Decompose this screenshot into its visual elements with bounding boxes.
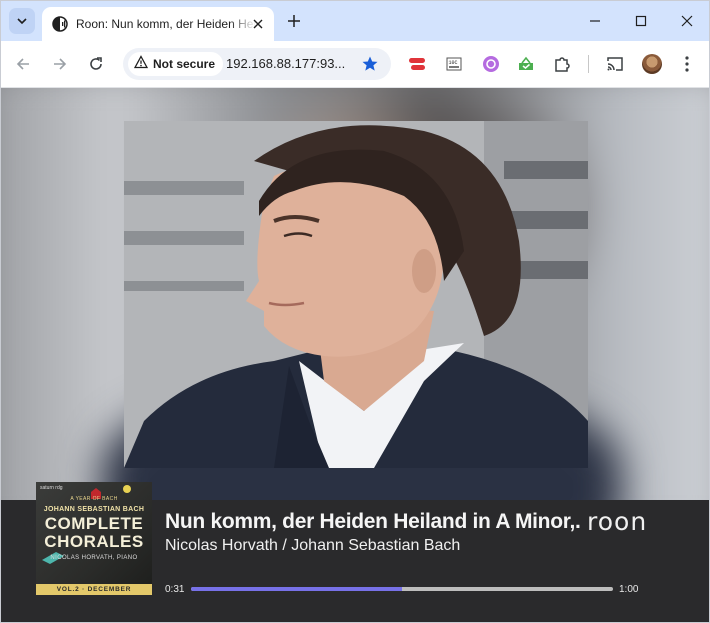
extension-purple-icon[interactable] xyxy=(481,54,501,74)
back-icon[interactable] xyxy=(11,52,35,76)
album-moon-icon xyxy=(123,485,131,493)
menu-icon[interactable] xyxy=(677,54,697,74)
tab-strip: Roon: Nun komm, der Heiden Heiland in A … xyxy=(1,1,709,41)
album-composer: JOHANN SEBASTIAN BACH xyxy=(43,506,145,513)
plus-icon[interactable] xyxy=(284,11,304,31)
warning-icon xyxy=(133,54,149,74)
roon-now-playing-page: saturn rdg A YEAR OF BACH JOHANN SEBASTI… xyxy=(1,88,709,622)
cast-icon[interactable] xyxy=(605,54,625,74)
active-tab[interactable]: Roon: Nun komm, der Heiden Heiland in A … xyxy=(42,7,274,41)
audio-favicon-icon xyxy=(52,16,68,32)
album-label: saturn rdg xyxy=(40,485,63,491)
album-performer: NICOLAS HORVATH, PIANO xyxy=(50,555,138,561)
extension-green-icon[interactable] xyxy=(516,54,536,74)
tab-title: Roon: Nun komm, der Heiden Heiland in A … xyxy=(76,17,256,31)
album-title: COMPLETE CHORALES xyxy=(36,515,152,551)
forward-icon[interactable] xyxy=(48,52,72,76)
security-chip[interactable]: Not secure xyxy=(128,52,224,76)
album-title-line2: CHORALES xyxy=(44,532,144,551)
progress-fill xyxy=(191,587,402,591)
toolbar-divider xyxy=(588,55,589,73)
avatar[interactable] xyxy=(642,54,662,74)
time-total: 1:00 xyxy=(619,584,639,595)
address-bar[interactable]: Not secure 192.168.88.177:93... xyxy=(123,48,391,80)
now-playing-bar: saturn rdg A YEAR OF BACH JOHANN SEBASTI… xyxy=(1,482,709,622)
maximize-icon[interactable] xyxy=(629,9,653,33)
puzzle-icon[interactable] xyxy=(552,54,572,74)
album-top-line: A YEAR OF BACH xyxy=(70,496,118,502)
time-elapsed: 0:31 xyxy=(165,584,185,595)
track-title: Nun komm, der Heiden Heiland in A Minor,… xyxy=(165,510,580,533)
reload-icon[interactable] xyxy=(84,52,108,76)
browser-window: Roon: Nun komm, der Heiden Heiland in A … xyxy=(0,0,710,623)
svg-text:10C: 10C xyxy=(449,60,458,66)
artist-photo xyxy=(124,121,588,468)
tab-search-icon[interactable] xyxy=(9,8,35,34)
album-volume: VOL.2 · DECEMBER xyxy=(36,584,152,595)
extension-red-icon[interactable] xyxy=(407,54,427,74)
close-icon[interactable] xyxy=(250,16,266,32)
minimize-icon[interactable] xyxy=(583,9,607,33)
window-close-icon[interactable] xyxy=(675,9,699,33)
roon-logo: roon xyxy=(587,507,648,536)
security-label: Not secure xyxy=(153,57,216,71)
url-text: 192.168.88.177:93... xyxy=(226,56,346,71)
star-icon[interactable] xyxy=(361,55,379,73)
track-artist: Nicolas Horvath / Johann Sebastian Bach xyxy=(165,537,461,554)
progress-bar[interactable] xyxy=(191,587,613,591)
browser-toolbar: Not secure 192.168.88.177:93... 10C xyxy=(1,41,709,88)
album-art[interactable]: saturn rdg A YEAR OF BACH JOHANN SEBASTI… xyxy=(36,482,152,595)
album-title-line1: COMPLETE xyxy=(44,514,144,533)
extension-box-icon[interactable]: 10C xyxy=(444,54,464,74)
